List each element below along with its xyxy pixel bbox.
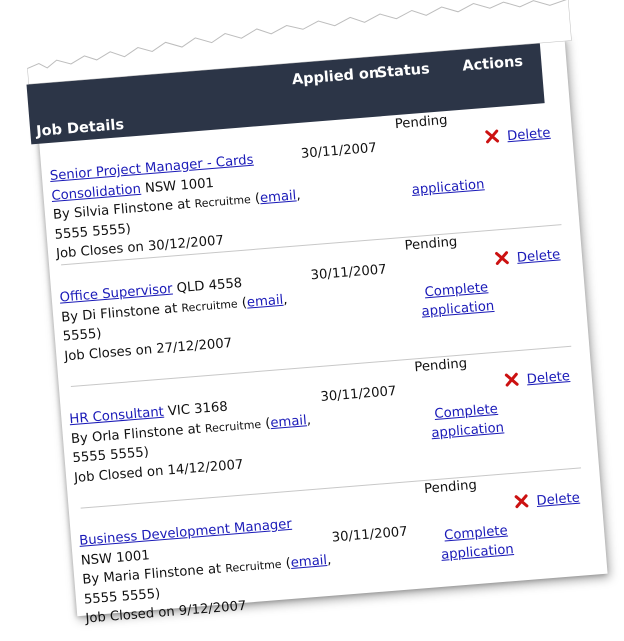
phone-number: 5555 5555) bbox=[72, 445, 150, 467]
delete-link[interactable]: Delete bbox=[507, 126, 551, 144]
red-x-delete-icon[interactable] bbox=[514, 494, 529, 509]
delete-action: Delete bbox=[494, 246, 561, 267]
applied-on-date: 30/11/2007 bbox=[310, 262, 388, 284]
delete-link[interactable]: Delete bbox=[516, 247, 560, 265]
header-status: Status bbox=[376, 61, 431, 82]
complete-label bbox=[446, 161, 447, 176]
job-location: QLD 4558 bbox=[176, 275, 243, 297]
job-details-cell: HR Consultant VIC 3168 By Orla Flinstone… bbox=[68, 399, 312, 486]
job-details-cell: Office Supervisor QLD 4558 By Di Flinsto… bbox=[59, 275, 288, 364]
status-text: Pending bbox=[404, 234, 458, 254]
applied-on-date: 30/11/2007 bbox=[319, 383, 397, 406]
email-link[interactable]: email bbox=[270, 413, 307, 431]
complete-application-link[interactable]: Complete application bbox=[416, 278, 499, 322]
applications-table-card: Applied on Status Actions Job Details Se… bbox=[24, 0, 608, 627]
complete-label: Complete bbox=[433, 401, 499, 422]
status-text: Pending bbox=[423, 477, 478, 498]
delete-action: Delete bbox=[485, 125, 551, 146]
phone-number: 5555) bbox=[62, 326, 103, 345]
complete-label: Complete bbox=[424, 280, 489, 301]
complete-application-link[interactable]: Complete application bbox=[435, 521, 518, 565]
company-name: Recruitme bbox=[180, 296, 239, 315]
applied-on-date: 30/11/2007 bbox=[300, 140, 378, 162]
header-actions: Actions bbox=[461, 53, 524, 75]
red-x-delete-icon[interactable] bbox=[494, 251, 509, 266]
company-name: Recruitme bbox=[194, 193, 252, 211]
phone-number: 5555 5555) bbox=[54, 221, 132, 243]
job-title-link[interactable]: HR Consultant bbox=[69, 405, 164, 428]
phone-number: 5555 5555) bbox=[83, 586, 161, 608]
email-link[interactable]: email bbox=[246, 292, 283, 310]
complete-label: Complete bbox=[443, 523, 509, 544]
company-name: Recruitme bbox=[224, 557, 283, 576]
applied-on-date: 30/11/2007 bbox=[331, 524, 409, 546]
delete-link[interactable]: Delete bbox=[536, 491, 580, 509]
application-label: application bbox=[411, 177, 485, 199]
application-label: application bbox=[430, 420, 505, 442]
status-text: Pending bbox=[413, 356, 468, 376]
email-link[interactable]: email bbox=[290, 553, 327, 571]
application-label: application bbox=[440, 542, 515, 563]
status-text: Pending bbox=[394, 113, 449, 133]
complete-application-link[interactable]: application bbox=[406, 156, 489, 200]
red-x-delete-icon[interactable] bbox=[504, 372, 519, 387]
red-x-delete-icon[interactable] bbox=[485, 129, 500, 144]
job-details-cell: Business Development Manager NSW 1001 By… bbox=[78, 516, 332, 627]
job-contact: By Di Flinstone at bbox=[60, 300, 178, 326]
complete-application-link[interactable]: Complete application bbox=[426, 399, 509, 443]
application-label: application bbox=[421, 298, 495, 320]
header-job-details: Job Details bbox=[35, 116, 125, 140]
email-link[interactable]: email bbox=[259, 188, 296, 206]
header-applied-on: Applied on bbox=[291, 65, 380, 89]
job-location: NSW 1001 bbox=[80, 547, 151, 569]
job-title-link[interactable]: Business Development Manager bbox=[79, 517, 293, 549]
delete-link[interactable]: Delete bbox=[526, 369, 570, 387]
job-location: VIC 3168 bbox=[167, 399, 229, 420]
company-name: Recruitme bbox=[204, 417, 262, 435]
delete-action: Delete bbox=[504, 368, 571, 389]
delete-action: Delete bbox=[514, 490, 580, 511]
job-location: NSW 1001 bbox=[144, 175, 215, 196]
